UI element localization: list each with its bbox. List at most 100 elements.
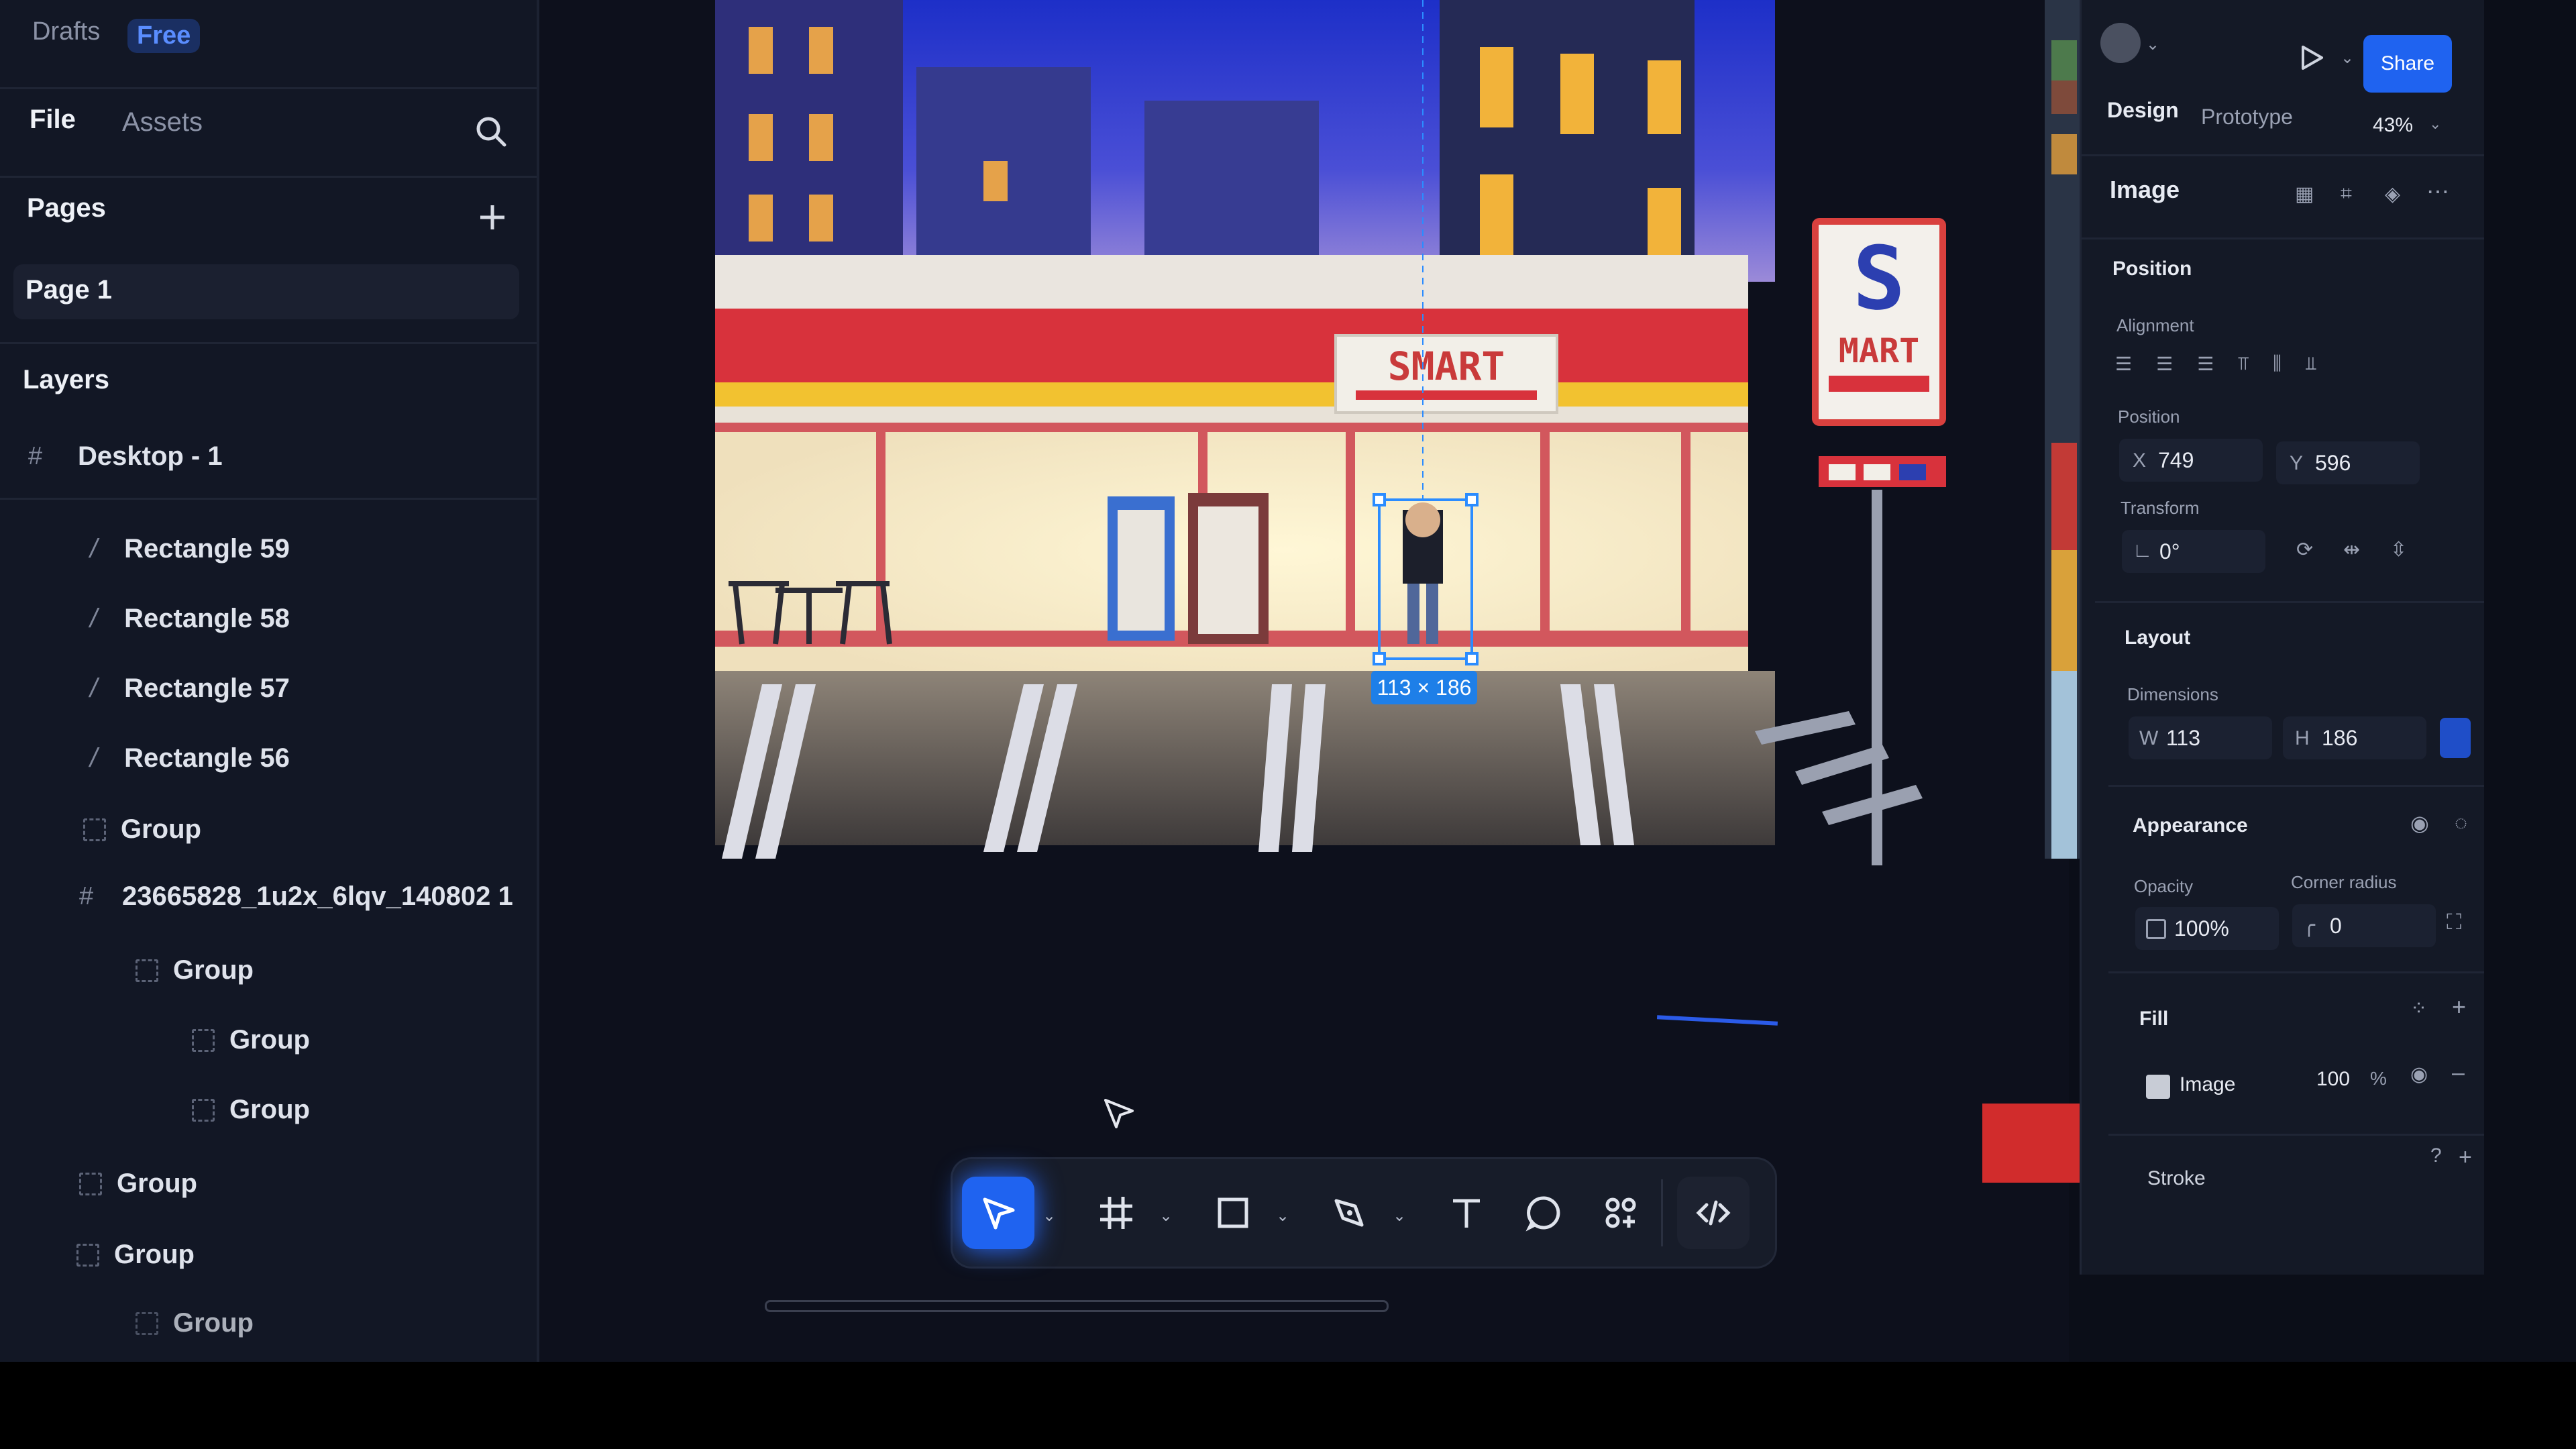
minus-icon[interactable]: – <box>2452 1060 2465 1086</box>
expand-corners-icon[interactable]: ⛶ <box>2447 910 2461 935</box>
align-top-icon[interactable]: ⫪ <box>2238 353 2249 375</box>
search-icon[interactable] <box>474 114 508 152</box>
drop-icon[interactable]: ◌ <box>2455 810 2467 835</box>
tab-prototype[interactable]: Prototype <box>2201 105 2293 129</box>
chevron-down-icon[interactable]: ⌄ <box>2429 115 2441 133</box>
layer-item[interactable]: Group <box>83 814 201 845</box>
zoom-level[interactable]: 43% <box>2373 114 2413 137</box>
x-field[interactable]: X 749 <box>2119 439 2263 482</box>
tab-file[interactable]: File <box>30 105 76 135</box>
align-left-icon[interactable]: ☰ <box>2115 353 2132 375</box>
rotation-icon: ∟ <box>2133 539 2153 561</box>
share-button[interactable]: Share <box>2363 35 2452 93</box>
page-item-label: Page 1 <box>25 275 112 305</box>
flip-horizontal-icon[interactable]: ⇹ <box>2343 538 2360 561</box>
rectangle-icon: / <box>90 534 98 564</box>
crop-icon[interactable]: ⌗ <box>2341 182 2352 205</box>
drafts-link[interactable]: Drafts <box>32 17 100 46</box>
rectangle-tool-button[interactable] <box>1197 1177 1269 1249</box>
text-tool-button[interactable] <box>1430 1177 1503 1249</box>
play-icon[interactable] <box>2296 43 2326 76</box>
layer-item[interactable]: / Rectangle 57 <box>90 674 290 704</box>
plus-icon[interactable]: + <box>2459 1144 2472 1171</box>
alignment-label: Alignment <box>2116 315 2194 335</box>
layers-title: Layers <box>23 365 109 394</box>
plan-badge: Free <box>127 19 201 53</box>
page-item[interactable]: Page 1 <box>13 264 519 319</box>
component-icon[interactable]: ◈ <box>2385 182 2400 206</box>
grid-icon[interactable]: ▦ <box>2295 182 2314 206</box>
align-center-icon[interactable]: ☰ <box>2156 353 2173 375</box>
pen-tool-icon <box>1334 1199 1364 1227</box>
rotation-field[interactable]: ∟ 0° <box>2122 530 2265 573</box>
chevron-down-icon[interactable]: ⌄ <box>1393 1206 1409 1225</box>
fill-type[interactable]: Image <box>2180 1073 2235 1096</box>
layer-item[interactable]: Group <box>136 1308 254 1338</box>
chevron-down-icon[interactable]: ⌄ <box>2146 35 2159 54</box>
layer-label: Rectangle 57 <box>124 674 290 703</box>
align-bottom-icon[interactable]: ⫫ <box>2306 353 2316 375</box>
layer-label: Group <box>121 814 201 844</box>
horizontal-scrollbar[interactable] <box>765 1300 1389 1312</box>
chevron-down-icon[interactable]: ⌄ <box>1042 1206 1059 1225</box>
constrain-proportions-toggle[interactable] <box>2440 718 2471 758</box>
comment-tool-icon <box>1525 1196 1560 1232</box>
align-middle-icon[interactable]: ⫼ <box>2273 353 2282 375</box>
avatar[interactable] <box>2100 23 2141 63</box>
rotate-icon[interactable]: ⟳ <box>2296 538 2313 561</box>
layer-item[interactable]: Group <box>76 1240 195 1270</box>
x-label: X <box>2133 449 2147 472</box>
pen-tool-button[interactable] <box>1313 1177 1386 1249</box>
corner-radius-label: Corner radius <box>2291 872 2397 892</box>
corner-radius-field[interactable]: ╭ 0 <box>2292 904 2436 947</box>
layer-item[interactable]: / Rectangle 59 <box>90 534 290 564</box>
rectangle-icon: / <box>90 604 98 633</box>
chevron-down-icon[interactable]: ⌄ <box>1276 1206 1292 1225</box>
comment-tool-button[interactable] <box>1508 1177 1580 1249</box>
dev-mode-icon <box>1696 1200 1731 1226</box>
layer-item[interactable]: Group <box>136 955 254 985</box>
frame-tool-icon <box>1100 1197 1132 1229</box>
group-icon <box>76 1243 99 1267</box>
layer-frame[interactable]: # Desktop - 1 <box>28 441 223 472</box>
fill-opacity[interactable]: 100 <box>2316 1068 2350 1091</box>
divider <box>2108 785 2484 787</box>
tab-design[interactable]: Design <box>2107 98 2179 123</box>
actions-icon <box>1605 1197 1636 1228</box>
image-fill-swatch[interactable] <box>2146 1075 2170 1099</box>
section-title: Image <box>2110 176 2180 203</box>
share-label: Share <box>2380 52 2435 74</box>
flip-vertical-icon[interactable]: ⇳ <box>2390 538 2407 561</box>
actions-button[interactable] <box>1585 1177 1657 1249</box>
layer-label: Rectangle 56 <box>124 743 290 773</box>
right-panel: ⌄ ⌄ Share Design Prototype 43% ⌄ Image ▦… <box>2080 0 2484 1275</box>
divider <box>0 87 537 89</box>
width-field[interactable]: W 113 <box>2129 716 2272 759</box>
layer-item[interactable]: Group <box>79 1169 197 1199</box>
layer-item[interactable]: Group <box>192 1025 310 1055</box>
styles-icon[interactable]: ⁘ <box>2410 997 2427 1020</box>
layer-item[interactable]: Group <box>192 1095 310 1125</box>
chevron-down-icon[interactable]: ⌄ <box>1159 1206 1175 1225</box>
frame-tool-button[interactable] <box>1080 1177 1152 1249</box>
eye-icon[interactable]: ◉ <box>2410 1063 2428 1086</box>
layer-item[interactable]: / Rectangle 58 <box>90 604 290 634</box>
more-icon[interactable]: ⋯ <box>2426 178 2449 205</box>
layer-item[interactable]: #23665828_1u2x_6lqv_140802 1 <box>79 881 513 912</box>
tab-assets[interactable]: Assets <box>122 107 203 138</box>
y-field[interactable]: Y 596 <box>2276 441 2420 484</box>
pages-title: Pages <box>27 193 106 223</box>
chevron-down-icon[interactable]: ⌄ <box>2341 48 2354 68</box>
opacity-field[interactable]: 100% <box>2135 907 2279 950</box>
design-frame-image[interactable]: SMART S MART <box>715 0 2057 865</box>
help-icon[interactable]: ? <box>2430 1144 2442 1167</box>
plus-icon[interactable] <box>478 203 507 235</box>
height-field[interactable]: H 186 <box>2283 716 2426 759</box>
move-tool-button[interactable] <box>962 1177 1034 1249</box>
align-right-icon[interactable]: ☰ <box>2197 353 2214 375</box>
dev-mode-button[interactable] <box>1677 1177 1750 1249</box>
eye-icon[interactable]: ◉ <box>2410 810 2429 836</box>
layer-item[interactable]: / Rectangle 56 <box>90 743 290 773</box>
plus-icon[interactable]: + <box>2452 993 2466 1021</box>
divider <box>0 176 537 178</box>
